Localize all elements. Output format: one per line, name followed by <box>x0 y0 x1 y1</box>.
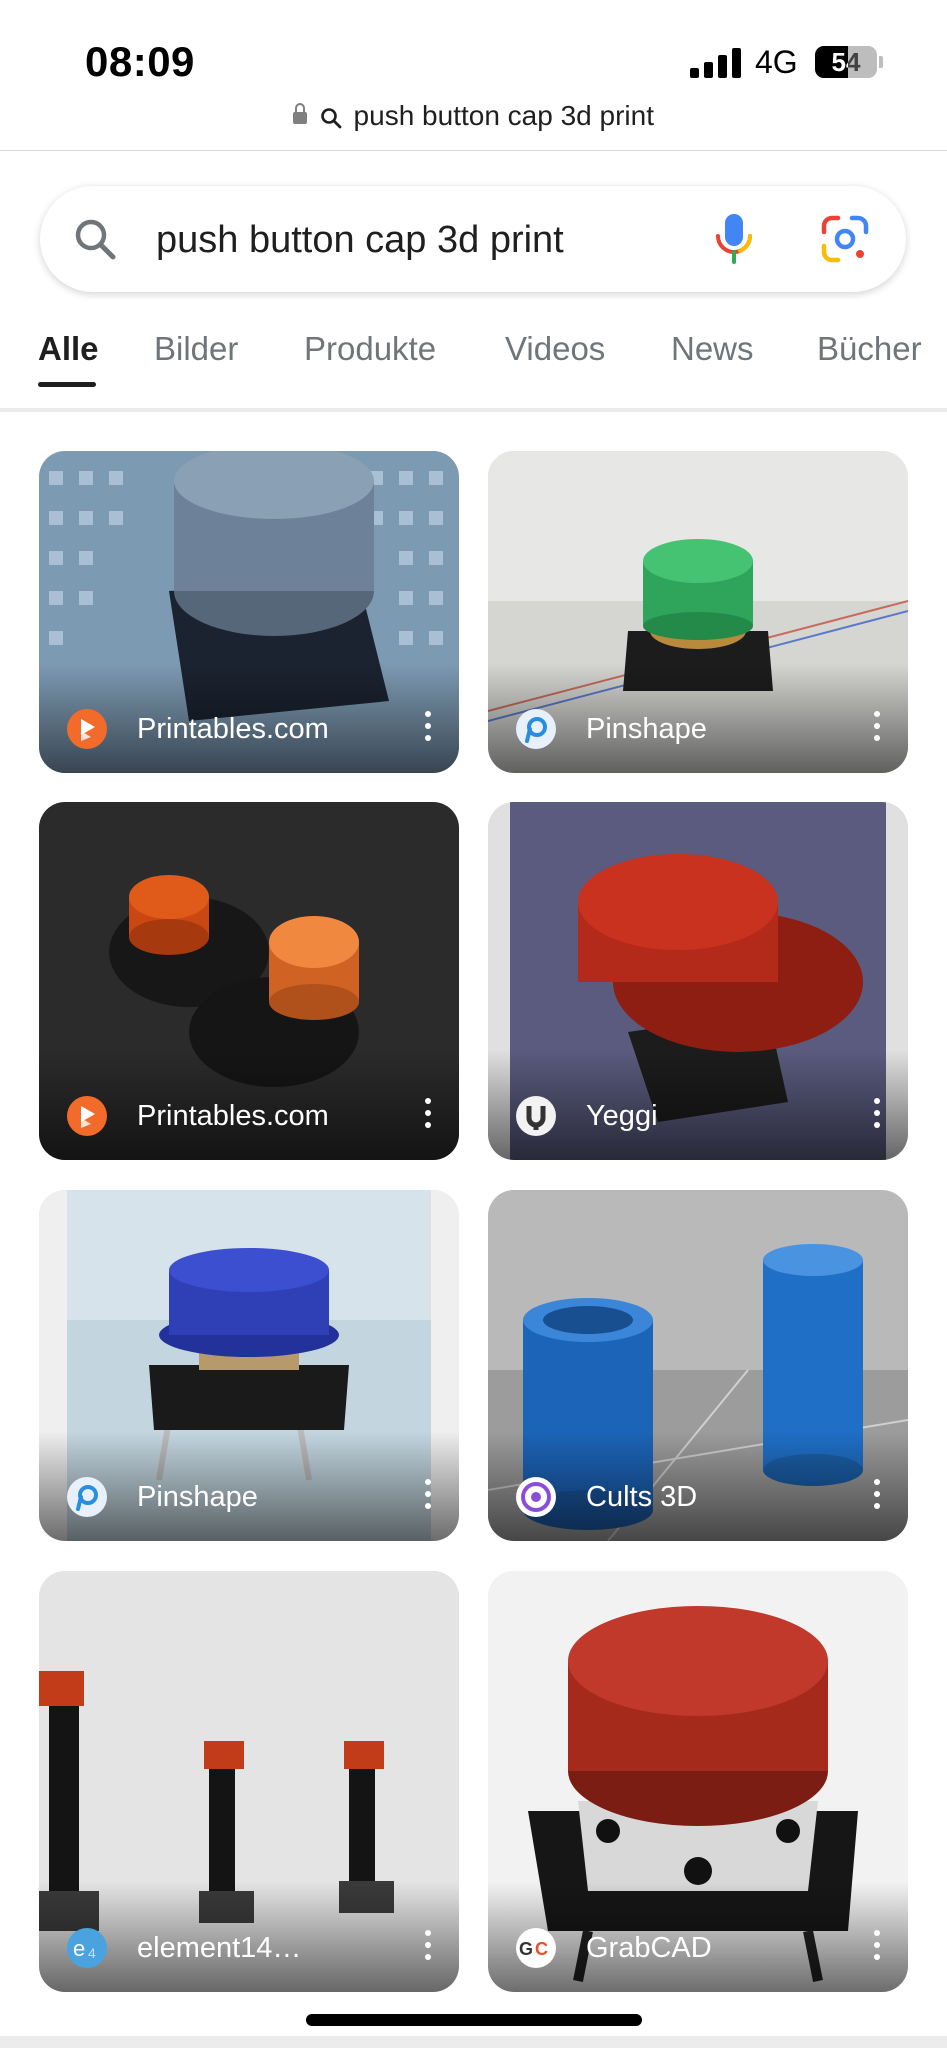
tab-videos[interactable]: Videos <box>505 330 605 368</box>
result-source: GC GrabCAD <box>516 1928 712 1968</box>
more-options-icon[interactable] <box>874 1930 880 1960</box>
google-lens-icon[interactable] <box>820 214 870 264</box>
bottom-strip <box>0 2036 947 2048</box>
microphone-icon[interactable] <box>712 212 756 266</box>
result-source: Printables.com <box>67 709 329 749</box>
source-name: Yeggi <box>586 1099 658 1132</box>
search-tabs: Alle Bilder Produkte Videos News Bücher <box>0 330 947 390</box>
image-result[interactable]: Pinshape <box>39 1190 459 1541</box>
cults3d-icon <box>516 1477 556 1517</box>
image-result[interactable]: Printables.com <box>39 451 459 773</box>
cellular-signal-icon <box>690 48 742 78</box>
search-icon <box>75 219 116 260</box>
home-indicator[interactable] <box>306 2014 642 2026</box>
more-options-icon[interactable] <box>874 1098 880 1128</box>
image-result[interactable]: Cults 3D <box>488 1190 908 1541</box>
result-source: Pinshape <box>67 1477 258 1517</box>
tabs-divider <box>0 408 947 412</box>
more-options-icon[interactable] <box>425 711 431 741</box>
svg-text:C: C <box>535 1939 548 1959</box>
source-name: Printables.com <box>137 712 329 745</box>
source-name: Pinshape <box>586 712 707 745</box>
address-bar[interactable]: push button cap 3d print <box>0 100 947 132</box>
status-time: 08:09 <box>85 38 195 85</box>
more-options-icon[interactable] <box>425 1479 431 1509</box>
image-result[interactable]: GC GrabCAD <box>488 1571 908 1992</box>
more-options-icon[interactable] <box>425 1930 431 1960</box>
battery-icon: 54 <box>815 46 877 78</box>
result-source: e4 element14… <box>67 1928 301 1968</box>
search-box[interactable] <box>40 186 906 292</box>
printables-icon <box>67 709 107 749</box>
grabcad-icon: GC <box>516 1928 556 1968</box>
tab-buecher[interactable]: Bücher <box>817 330 922 368</box>
more-options-icon[interactable] <box>874 711 880 741</box>
more-options-icon[interactable] <box>425 1098 431 1128</box>
image-result[interactable]: Printables.com <box>39 802 459 1160</box>
image-result[interactable]: Pinshape <box>488 451 908 773</box>
element14-icon: e4 <box>67 1928 107 1968</box>
tab-news[interactable]: News <box>671 330 754 368</box>
battery-level: 54 <box>831 47 861 77</box>
status-bar: 08:09 4G 54 push button cap 3d print <box>0 0 947 151</box>
source-name: element14… <box>137 1931 302 1964</box>
tab-alle[interactable]: Alle <box>38 330 99 368</box>
result-source: Cults 3D <box>516 1477 697 1517</box>
svg-text:G: G <box>519 1939 533 1959</box>
search-input[interactable] <box>154 210 718 270</box>
image-result[interactable]: Yeggi <box>488 802 908 1160</box>
network-type: 4G <box>755 44 798 80</box>
result-source: Pinshape <box>516 709 707 749</box>
pinshape-icon <box>516 709 556 749</box>
svg-text:e: e <box>73 1936 85 1961</box>
active-tab-indicator <box>38 382 96 387</box>
image-result[interactable]: e4 element14… <box>39 1571 459 1992</box>
source-name: GrabCAD <box>586 1931 712 1964</box>
tab-bilder[interactable]: Bilder <box>154 330 238 368</box>
address-text: push button cap 3d print <box>353 100 654 131</box>
source-name: Pinshape <box>137 1480 258 1513</box>
pinshape-icon <box>67 1477 107 1517</box>
svg-text:4: 4 <box>88 1945 96 1961</box>
source-name: Cults 3D <box>586 1480 698 1513</box>
more-options-icon[interactable] <box>874 1479 880 1509</box>
tab-produkte[interactable]: Produkte <box>304 330 436 368</box>
result-source: Yeggi <box>516 1096 658 1136</box>
yeggi-icon <box>516 1096 556 1136</box>
search-icon <box>320 107 342 129</box>
lock-icon <box>292 102 307 124</box>
battery-tip <box>879 56 883 68</box>
printables-icon <box>67 1096 107 1136</box>
source-name: Printables.com <box>137 1099 329 1132</box>
result-source: Printables.com <box>67 1096 329 1136</box>
